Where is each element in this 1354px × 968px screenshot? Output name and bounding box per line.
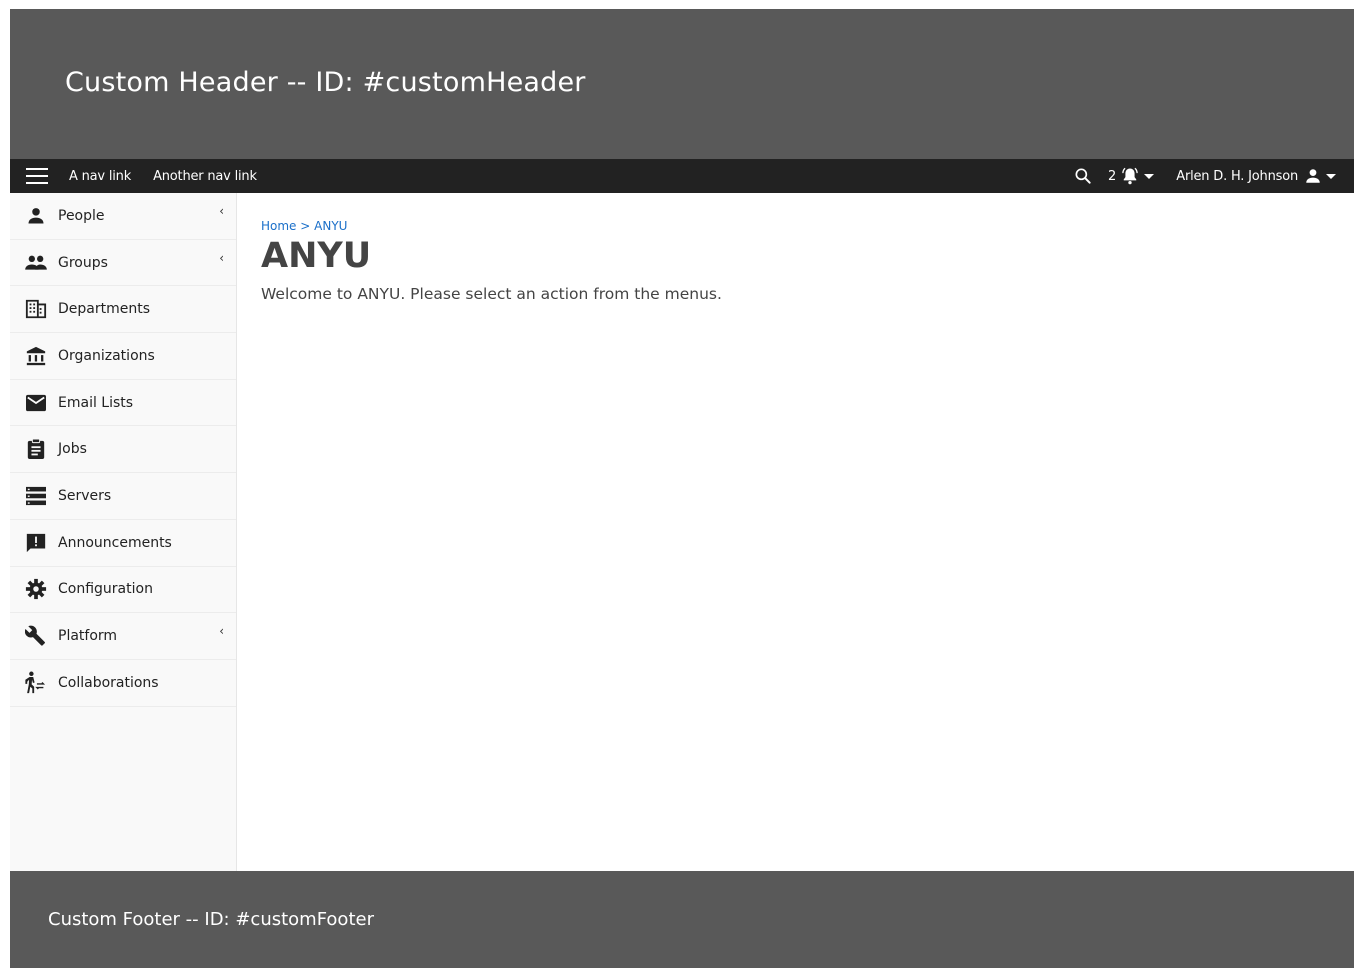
chevron-down-icon [1144, 173, 1155, 179]
wrench-icon [24, 624, 48, 648]
sidebar-item-label: Platform [58, 628, 118, 645]
breadcrumb-current-link[interactable]: ANYU [314, 219, 347, 233]
user-menu-button[interactable]: Arlen D. H. Johnson [1176, 167, 1336, 185]
sidebar-item-label: Servers [58, 487, 112, 504]
sidebar-item-label: Groups [58, 254, 108, 271]
sidebar-item-collaborations[interactable]: Collaborations [10, 660, 236, 707]
chevron-down-icon [1326, 173, 1336, 179]
sidebar: People ‹ Groups ‹ Departments Organizati… [10, 193, 237, 871]
sidebar-item-people[interactable]: People ‹ [10, 193, 236, 240]
sidebar-item-label: Announcements [58, 534, 172, 551]
institution-icon [24, 344, 48, 368]
sidebar-item-label: Collaborations [58, 674, 159, 691]
sidebar-item-groups[interactable]: Groups ‹ [10, 240, 236, 287]
breadcrumb: Home > ANYU [261, 219, 1330, 233]
sidebar-item-label: People [58, 207, 105, 224]
person-icon [24, 204, 48, 228]
nav-link-1[interactable]: A nav link [69, 169, 131, 184]
nav-link-2[interactable]: Another nav link [153, 169, 257, 184]
sidebar-item-email-lists[interactable]: Email Lists [10, 380, 236, 427]
custom-footer-title: Custom Footer -- ID: #customFooter [48, 909, 374, 930]
chevron-left-icon: ‹ [219, 204, 224, 218]
chevron-left-icon: ‹ [219, 250, 224, 265]
sidebar-item-organizations[interactable]: Organizations [10, 333, 236, 380]
notification-count: 2 [1107, 168, 1117, 184]
breadcrumb-separator: > [300, 219, 311, 233]
user-icon [1306, 169, 1320, 183]
group-icon [24, 251, 48, 275]
welcome-message: Welcome to ANYU. Please select an action… [261, 285, 722, 303]
sidebar-item-label: Configuration [58, 581, 153, 598]
breadcrumb-home-link[interactable]: Home [261, 219, 296, 233]
sidebar-item-configuration[interactable]: Configuration [10, 567, 236, 614]
notifications-button[interactable]: 2 [1107, 166, 1155, 186]
announcement-icon [24, 531, 48, 555]
sidebar-item-label: Email Lists [58, 394, 134, 411]
sidebar-item-label: Organizations [58, 347, 155, 364]
collaboration-icon [24, 671, 48, 695]
search-icon[interactable] [1073, 166, 1093, 186]
sidebar-item-servers[interactable]: Servers [10, 473, 236, 520]
sidebar-item-departments[interactable]: Departments [10, 286, 236, 334]
sidebar-item-platform[interactable]: Platform ‹ [10, 613, 236, 660]
gear-icon [24, 577, 48, 601]
page-title: ANYU [261, 236, 372, 276]
app-frame: Custom Header -- ID: #customHeader A nav… [10, 9, 1354, 968]
custom-footer: Custom Footer -- ID: #customFooter [10, 871, 1354, 968]
top-navbar: A nav link Another nav link 2 Arlen D. H… [10, 159, 1354, 193]
content-row: People ‹ Groups ‹ Departments Organizati… [10, 193, 1354, 871]
clipboard-icon [24, 437, 48, 461]
navbar-right: 2 Arlen D. H. Johnson [1073, 159, 1336, 193]
mail-icon [24, 391, 48, 415]
sidebar-item-label: Jobs [58, 441, 87, 458]
sidebar-item-label: Departments [58, 301, 151, 318]
bell-icon [1122, 167, 1138, 185]
main-content: Home > ANYU ANYU Welcome to ANYU. Please… [237, 193, 1354, 871]
chevron-left-icon: ‹ [219, 624, 224, 639]
custom-header-title: Custom Header -- ID: #customHeader [65, 66, 586, 98]
user-name: Arlen D. H. Johnson [1176, 168, 1298, 184]
hamburger-menu-icon[interactable] [26, 168, 48, 184]
custom-header: Custom Header -- ID: #customHeader [10, 9, 1354, 159]
sidebar-item-announcements[interactable]: Announcements [10, 520, 236, 567]
building-icon [24, 297, 48, 321]
server-icon [24, 484, 48, 508]
sidebar-item-jobs[interactable]: Jobs [10, 426, 236, 474]
